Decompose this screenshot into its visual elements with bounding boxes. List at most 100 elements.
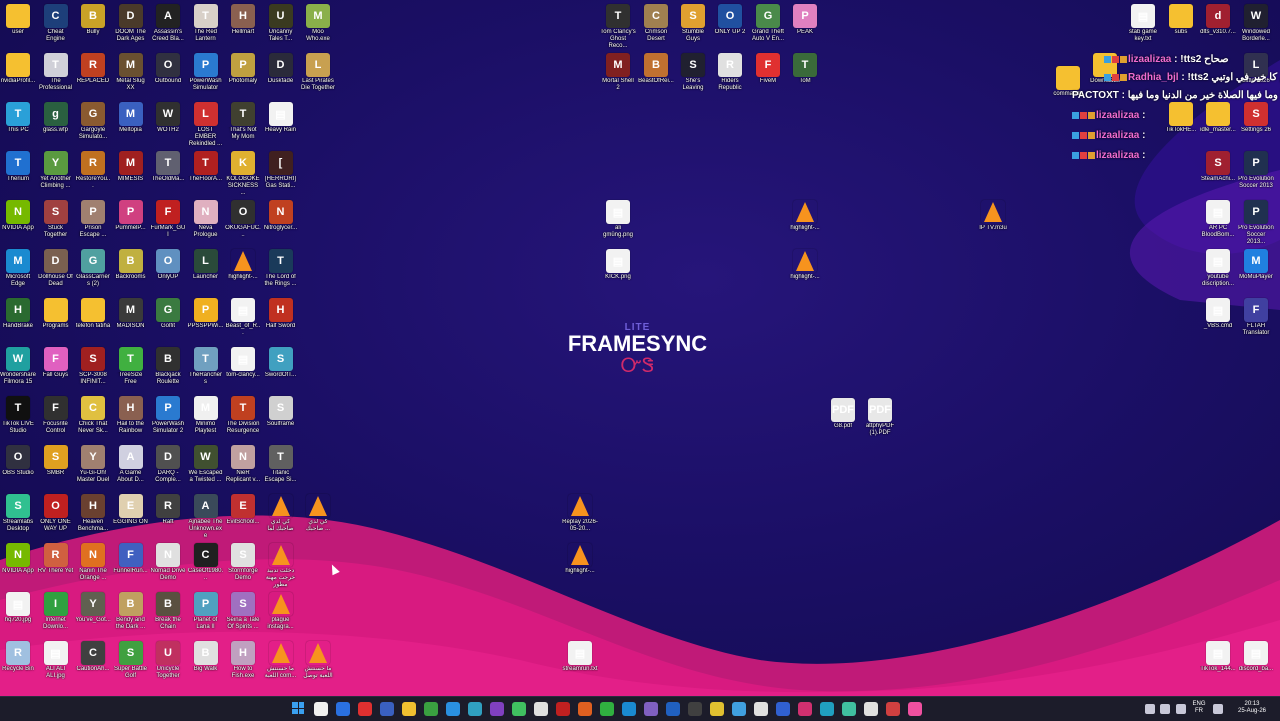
desktop-icon[interactable]: C CautionAh... <box>75 637 111 673</box>
desktop-icon[interactable]: R REPLACED <box>75 49 111 85</box>
desktop-icon[interactable]: M Moo Who.exe <box>300 0 336 43</box>
desktop-icon[interactable]: T TheRanchers <box>188 343 224 386</box>
desktop-icon[interactable]: S SMBR <box>38 441 74 477</box>
desktop-icon[interactable]: ▤ stab game key.txt <box>1125 0 1161 43</box>
desktop-icon[interactable]: S Seina a Tale Of Spirits ... <box>225 588 261 631</box>
desktop-icon[interactable]: P PEAK <box>787 0 823 36</box>
desktop-icon[interactable]: ما حسنتش اللعبة com... <box>263 637 299 680</box>
desktop-icon[interactable]: O OBS Studio <box>0 441 36 477</box>
desktop-icon[interactable]: M Metal Slug XX <box>113 49 149 92</box>
app-icon[interactable] <box>622 702 636 716</box>
desktop-icon[interactable]: E EvilSchool... <box>225 490 261 526</box>
browser-icon[interactable] <box>468 702 482 716</box>
desktop-icon[interactable]: H How to Fish.exe <box>225 637 261 680</box>
desktop-icon[interactable]: N NieR Replicant v... <box>225 441 261 484</box>
desktop-icon[interactable]: O Outbound <box>150 49 186 85</box>
desktop-icon[interactable]: R RestoreYou... <box>75 147 111 190</box>
desktop-icon[interactable]: S Stumble Guys <box>675 0 711 43</box>
desktop-icon[interactable]: H Heaven Benchma... <box>75 490 111 533</box>
desktop-icon[interactable]: W Windowed Borderle... <box>1238 0 1274 43</box>
app-icon[interactable] <box>908 702 922 716</box>
desktop-icon[interactable]: ▤ tom-clancy... <box>225 343 261 379</box>
desktop-icon[interactable]: T Titanic Escape Si... <box>263 441 299 484</box>
desktop-icon[interactable]: L Launcher <box>188 245 224 281</box>
desktop-icon[interactable]: P PowerWash Simulator 2 <box>150 392 186 435</box>
desktop-icon[interactable]: O OKUGAFUC... <box>225 196 261 239</box>
app-icon[interactable] <box>666 702 680 716</box>
desktop-icon[interactable]: K KOLOBOKE SICKNESS ... <box>225 147 261 197</box>
desktop-icon[interactable]: d dlts_v310.7... <box>1200 0 1236 36</box>
desktop-icon[interactable]: ▤ hq720.jpg <box>0 588 36 624</box>
desktop-icon[interactable]: Replay 2026-05-20... <box>562 490 598 533</box>
app-icon[interactable] <box>600 702 614 716</box>
desktop-icon[interactable]: F FiveM <box>750 49 786 85</box>
app-icon[interactable] <box>886 702 900 716</box>
desktop-icon[interactable]: C CaseOf1980... <box>188 539 224 582</box>
desktop-icon[interactable]: B Break the Chain <box>150 588 186 631</box>
edge-icon[interactable] <box>336 702 350 716</box>
desktop-icon[interactable]: G Golfit <box>150 294 186 330</box>
desktop-icon[interactable]: P Photomaly <box>225 49 261 85</box>
desktop-icon[interactable]: B BeastOfRei... <box>638 49 674 85</box>
app-icon[interactable] <box>842 702 856 716</box>
desktop-icon[interactable]: P Planet of Lana II <box>188 588 224 631</box>
desktop-icon[interactable]: S Stuck Together <box>38 196 74 239</box>
clock[interactable]: 20:13 25-Aug-26 <box>1232 701 1272 715</box>
desktop-icon[interactable]: I Internet Downlo... <box>38 588 74 631</box>
desktop-icon[interactable]: C Cheat Engine <box>38 0 74 43</box>
network-icon[interactable] <box>1213 704 1223 714</box>
desktop-icon[interactable]: D Dollhouse Of Dead <box>38 245 74 288</box>
desktop-icon[interactable]: S Stormforge Demo <box>225 539 261 582</box>
desktop-icon[interactable]: T TikTok LIVE Studio <box>0 392 36 435</box>
desktop-icon[interactable]: W WOTH2 <box>150 98 186 134</box>
desktop-icon[interactable]: L Last Pirates Die Together <box>300 49 336 92</box>
desktop-icon[interactable]: P PPSSPPWi... <box>188 294 224 330</box>
app-icon[interactable] <box>644 702 658 716</box>
desktop-icon[interactable]: B Big Walk <box>188 637 224 673</box>
app-icon[interactable] <box>534 702 548 716</box>
desktop-icon[interactable]: T TreeSize Free <box>113 343 149 386</box>
desktop-icon[interactable]: ▤ AR PC BloodBom... <box>1200 196 1236 239</box>
desktop-icon[interactable]: W Wondershare Filmora 15 <box>0 343 36 386</box>
desktop-icon[interactable]: highlight-... <box>225 245 261 281</box>
desktop-icon[interactable]: B Backrooms <box>113 245 149 281</box>
desktop-icon[interactable]: T ToM <box>787 49 823 85</box>
desktop-icon[interactable]: H Hellmart <box>225 0 261 36</box>
desktop-icon[interactable]: Programs <box>38 294 74 330</box>
desktop-icon[interactable]: ▤ KICK.png <box>600 245 636 281</box>
desktop-icon[interactable]: user <box>0 0 36 36</box>
app-icon[interactable] <box>688 702 702 716</box>
desktop-icon[interactable]: M MoMuPlayer <box>1238 245 1274 281</box>
chrome-icon[interactable] <box>446 702 460 716</box>
desktop-icon[interactable]: TikTokHE... <box>1163 98 1199 134</box>
desktop-icon[interactable]: P PummelP... <box>113 196 149 232</box>
desktop-icon[interactable]: subs <box>1163 0 1199 36</box>
desktop-icon[interactable]: [[HERRORI] Gas Stati... <box>263 147 299 190</box>
desktop-icon[interactable]: idle_master... <box>1200 98 1236 134</box>
desktop-icon[interactable]: B Bendy and the Dark ... <box>113 588 149 631</box>
desktop-icon[interactable]: S SwordOfT... <box>263 343 299 379</box>
desktop-icon[interactable]: nvidiaProfil... <box>0 49 36 85</box>
discord-icon[interactable] <box>490 702 504 716</box>
desktop-icon[interactable]: S She's Leaving <box>675 49 711 92</box>
desktop-icon[interactable]: B Blackjack Roulette <box>150 343 186 386</box>
files-icon[interactable] <box>402 702 416 716</box>
brave-icon[interactable] <box>358 702 372 716</box>
desktop-icon[interactable]: O OnlyUP <box>150 245 186 281</box>
desktop-icon[interactable]: L LOST EMBER Rekindled ... <box>188 98 224 148</box>
desktop-icon[interactable]: highlight-... <box>787 196 823 232</box>
desktop-icon[interactable]: PDF G8.pdf <box>825 394 861 430</box>
desktop-icon[interactable]: M Microsoft Edge <box>0 245 36 288</box>
desktop-icon[interactable]: G Grand Theft Auto V En... <box>750 0 786 43</box>
sync-icon[interactable] <box>512 702 526 716</box>
desktop-icon[interactable]: N Neva Prologue <box>188 196 224 239</box>
desktop-icon[interactable]: N Nitroglycer... <box>263 196 299 232</box>
desktop-icon[interactable]: U Uncanny Tales T... <box>263 0 299 43</box>
desktop-icon[interactable]: M Meltopia <box>113 98 149 134</box>
desktop-icon[interactable]: S Streamlabs Desktop <box>0 490 36 533</box>
app-icon[interactable] <box>798 702 812 716</box>
desktop-icon[interactable]: S Super Battle Golf <box>113 637 149 680</box>
desktop-icon[interactable]: ▤ streamrun.txt <box>562 637 598 673</box>
steam-icon[interactable] <box>380 702 394 716</box>
desktop-icon[interactable]: B Bully <box>75 0 111 36</box>
